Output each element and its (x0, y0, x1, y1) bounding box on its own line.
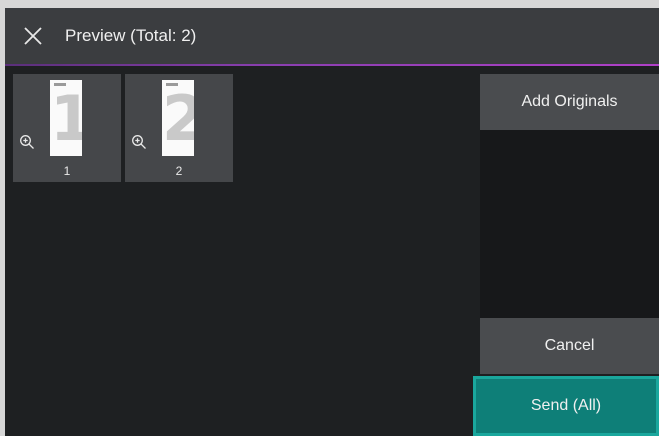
page-thumbnail-2[interactable]: 2 2 (125, 74, 233, 182)
header-bar: Preview (Total: 2) (5, 8, 659, 64)
thumbnail-label: 2 (175, 164, 183, 178)
close-icon (24, 27, 42, 45)
page-title: Preview (Total: 2) (65, 26, 197, 45)
send-all-button[interactable]: Send (All) (473, 376, 659, 436)
preview-screen: Preview (Total: 2) 1 1 2 2 Add Originals… (5, 8, 659, 436)
page-preview-image: 1 (50, 80, 82, 156)
close-button[interactable] (15, 18, 51, 54)
add-originals-button[interactable]: Add Originals (480, 74, 659, 130)
zoom-in-icon[interactable] (19, 134, 35, 150)
page-number-glyph: 2 (162, 82, 194, 155)
page-thumbnail-1[interactable]: 1 1 (13, 74, 121, 182)
page-number-glyph: 1 (50, 82, 82, 155)
zoom-in-icon[interactable] (131, 134, 147, 150)
header-divider (5, 64, 659, 66)
action-panel-spacer (480, 130, 659, 318)
thumbnail-label: 1 (63, 164, 71, 178)
cancel-button[interactable]: Cancel (480, 318, 659, 374)
page-preview-image: 2 (162, 80, 194, 156)
